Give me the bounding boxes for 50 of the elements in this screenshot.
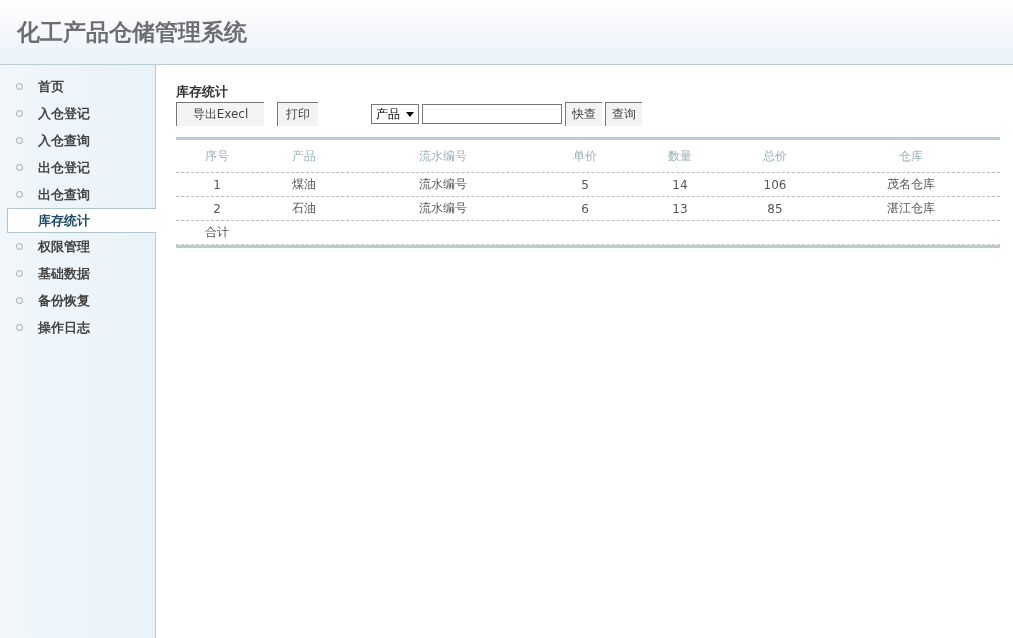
table-cell-text: 茂名仓库 xyxy=(886,176,936,193)
sidebar-item[interactable]: 出仓查询 xyxy=(0,181,155,208)
column-header: 产品 xyxy=(291,147,317,165)
column-header: 序号 xyxy=(204,147,230,165)
sidebar-item[interactable]: 入仓登记 xyxy=(0,100,155,127)
table-cell-text: 5 xyxy=(580,177,590,192)
sidebar-item[interactable]: 基础数据 xyxy=(0,260,155,287)
table-cell-text: 106 xyxy=(762,177,788,192)
filter-dropdown[interactable]: 产品 xyxy=(371,104,419,124)
sidebar-item[interactable]: 备份恢复 xyxy=(0,287,155,314)
table-cell-text: 14 xyxy=(671,177,689,192)
table-cell-text: 6 xyxy=(580,201,590,216)
circle-icon xyxy=(16,270,23,277)
circle-icon xyxy=(16,110,23,117)
total-label: 合计 xyxy=(204,224,230,241)
app-title: 化工产品仓储管理系统 xyxy=(17,17,247,47)
circle-icon xyxy=(16,83,23,90)
sidebar-item[interactable]: 出仓登记 xyxy=(0,154,155,181)
column-header: 仓库 xyxy=(898,147,924,165)
quick-search-button[interactable]: 快查 xyxy=(565,102,602,126)
table-cell-text: 2 xyxy=(212,201,222,216)
column-header: 单价 xyxy=(572,147,598,165)
query-button[interactable]: 查询 xyxy=(605,102,642,126)
table-cell-text: 流水编号 xyxy=(418,176,468,193)
column-header: 流水编号 xyxy=(418,147,468,165)
table-cell-text: 湛江仓库 xyxy=(886,200,936,217)
export-button[interactable]: 导出Execl xyxy=(176,102,264,126)
table-cell-text: 煤油 xyxy=(291,176,317,193)
column-header: 数量 xyxy=(667,147,693,165)
caret-icon xyxy=(406,111,414,117)
circle-icon xyxy=(16,324,23,331)
circle-icon xyxy=(16,137,23,144)
search-field[interactable] xyxy=(422,104,562,124)
table-cell-text: 85 xyxy=(766,201,784,216)
table-cell-text: 1 xyxy=(212,177,222,192)
circle-icon xyxy=(16,164,23,171)
column-header: 总价 xyxy=(762,147,788,165)
circle-icon xyxy=(16,297,23,304)
sidebar-item[interactable]: 权限管理 xyxy=(0,233,155,260)
sidebar-item[interactable]: 入仓查询 xyxy=(0,127,155,154)
section-title: 库存统计 xyxy=(176,83,229,101)
circle-icon xyxy=(16,243,23,250)
table-cell-text: 13 xyxy=(671,201,689,216)
sidebar-item[interactable]: 首页 xyxy=(0,73,155,100)
sidebar-item[interactable]: 操作日志 xyxy=(0,314,155,341)
table-cell-text: 流水编号 xyxy=(418,200,468,217)
print-button[interactable]: 打印 xyxy=(277,102,318,126)
circle-icon xyxy=(16,191,23,198)
sidebar-item[interactable]: 库存统计 xyxy=(7,208,156,233)
table-cell-text: 石油 xyxy=(291,200,317,217)
